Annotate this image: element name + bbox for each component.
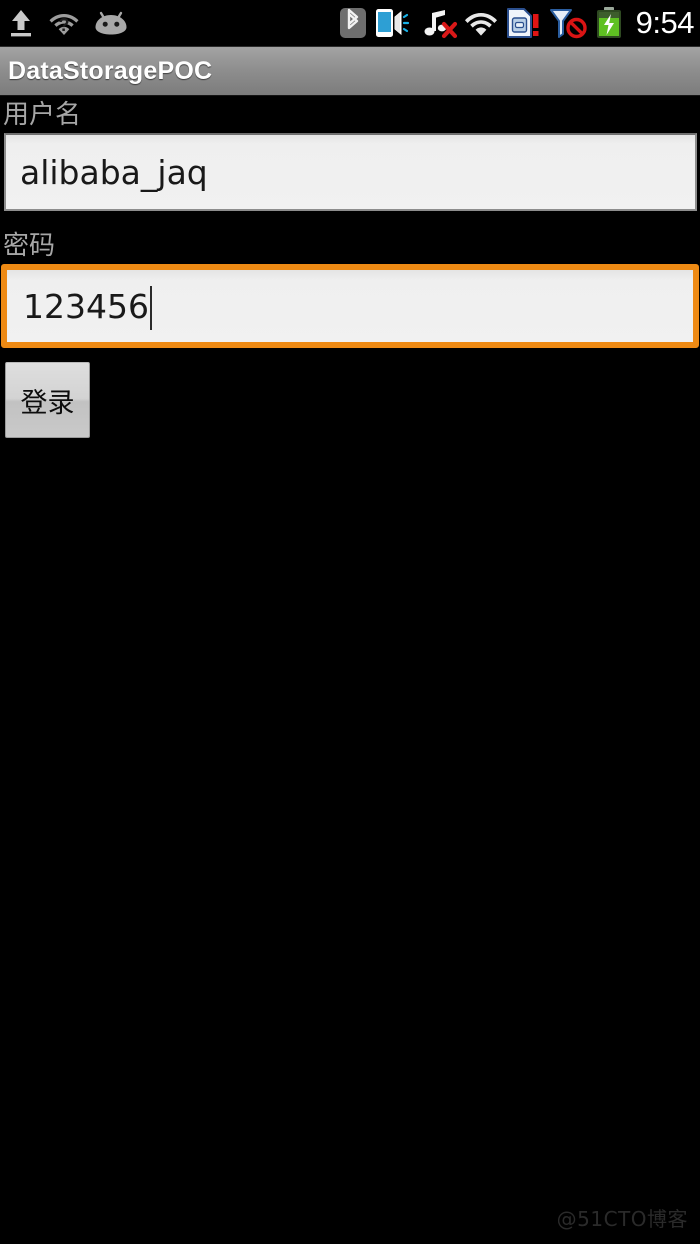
username-input-value: alibaba_jaq bbox=[20, 152, 208, 192]
main-content: 用户名 alibaba_jaq 密码 123456 登录 @51CTO博客 bbox=[0, 96, 700, 1244]
page-title: DataStoragePOC bbox=[8, 56, 213, 85]
password-input-value: 123456 bbox=[23, 286, 149, 326]
upload-icon bbox=[8, 8, 34, 38]
status-bar[interactable]: ? 9:54 bbox=[0, 0, 700, 46]
wifi-question-icon: ? bbox=[48, 9, 80, 37]
username-input[interactable]: alibaba_jaq bbox=[4, 133, 697, 211]
password-input[interactable]: 123456 bbox=[1, 264, 699, 348]
username-label: 用户名 bbox=[3, 100, 82, 130]
battery-charging-icon bbox=[594, 6, 624, 40]
svg-text:?: ? bbox=[59, 15, 70, 35]
phone-vibrate-icon bbox=[374, 6, 414, 40]
button-row: 登录 bbox=[0, 348, 700, 438]
text-cursor bbox=[149, 286, 152, 330]
password-label: 密码 bbox=[3, 231, 56, 261]
android-head-icon bbox=[94, 10, 128, 36]
login-button[interactable]: 登录 bbox=[5, 362, 90, 438]
watermark: @51CTO博客 bbox=[556, 1207, 688, 1231]
status-bar-clock: 9:54 bbox=[635, 5, 695, 40]
bluetooth-icon bbox=[338, 6, 368, 40]
field-spacer bbox=[0, 211, 700, 227]
app-title-bar: DataStoragePOC bbox=[0, 46, 700, 96]
status-bar-left-icons: ? bbox=[8, 8, 128, 38]
sim-alert-icon bbox=[504, 6, 542, 40]
wifi-signal-icon bbox=[464, 9, 498, 37]
no-signal-icon bbox=[548, 6, 588, 40]
status-bar-right-icons: 9:54 bbox=[338, 5, 695, 41]
music-muted-icon bbox=[420, 6, 458, 40]
